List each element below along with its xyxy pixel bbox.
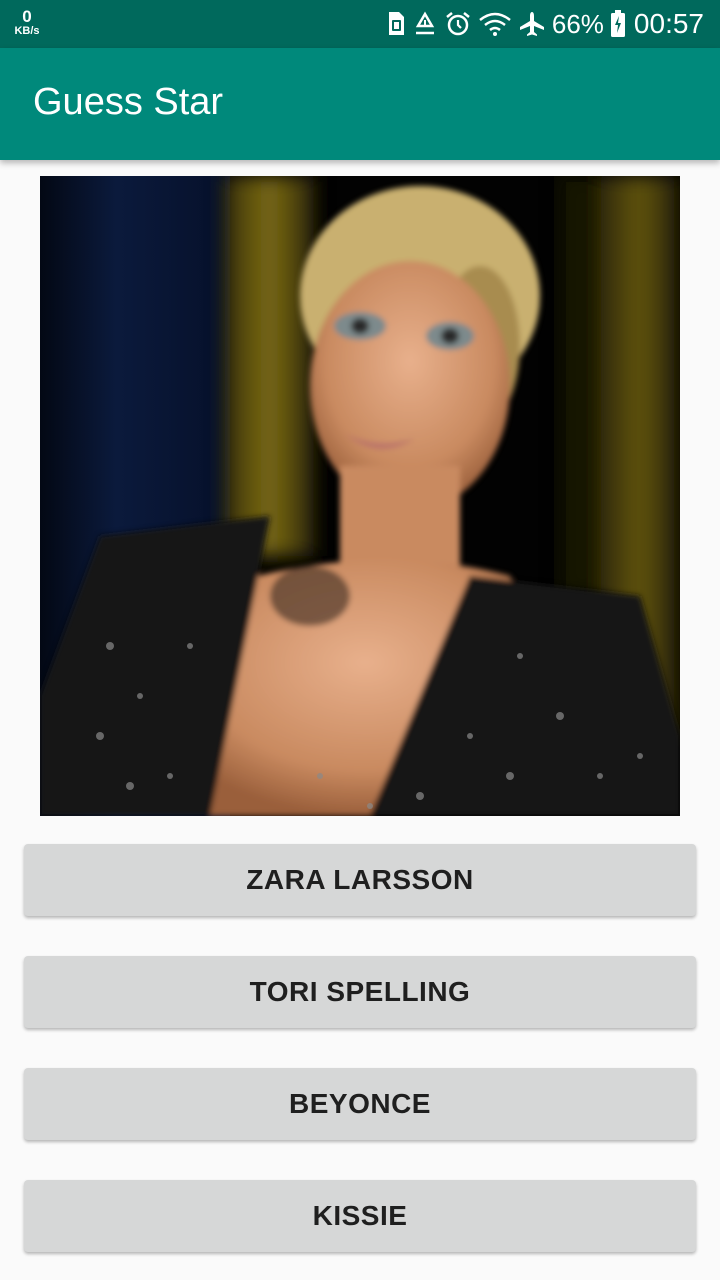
network-speed-value: 0 — [22, 7, 32, 26]
sim-icon — [386, 11, 406, 37]
app-title: Guess Star — [33, 81, 224, 123]
recycle-icon — [412, 11, 438, 37]
answer-button-1[interactable]: ZARA LARSSON — [24, 844, 696, 916]
answer-button-2[interactable]: TORI SPELLING — [24, 956, 696, 1028]
app-bar: Guess Star — [0, 48, 720, 160]
celebrity-photo — [40, 176, 680, 816]
network-speed-unit: KB/s — [14, 25, 40, 37]
battery-icon — [610, 10, 626, 38]
alarm-icon — [444, 10, 472, 38]
answer-button-4[interactable]: KISSIE — [24, 1180, 696, 1252]
network-speed: 0 KB/s — [12, 8, 42, 37]
status-bar: 0 KB/s 66% 00:57 — [0, 0, 720, 48]
airplane-icon — [518, 10, 546, 38]
answer-button-3[interactable]: BEYONCE — [24, 1068, 696, 1140]
battery-percent: 66% — [551, 8, 604, 39]
clock: 00:57 — [633, 8, 704, 39]
wifi-icon — [478, 11, 512, 37]
